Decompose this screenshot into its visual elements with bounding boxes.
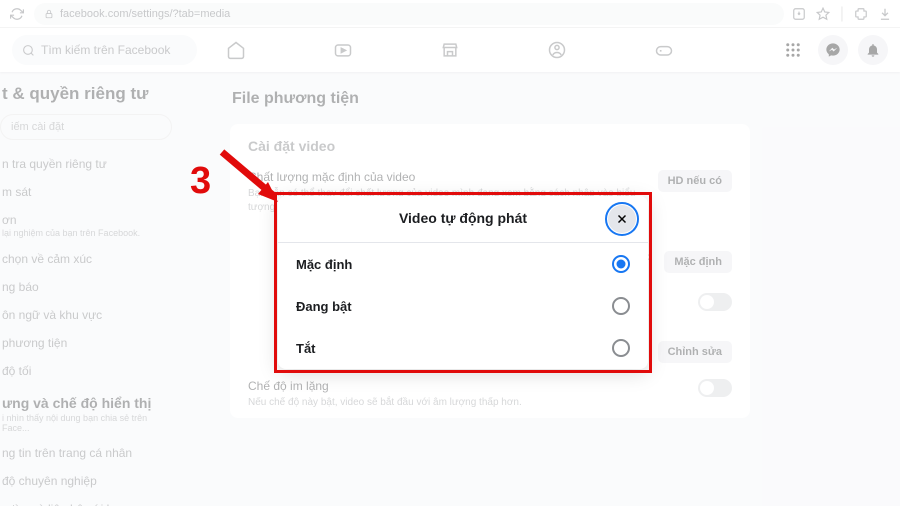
annotation-number: 3	[190, 160, 211, 203]
option-label: Mặc định	[296, 257, 352, 272]
option-label: Tắt	[296, 341, 316, 356]
close-button[interactable]	[608, 205, 636, 233]
option-label: Đang bật	[296, 299, 352, 314]
radio-option-on[interactable]: Đang bật	[278, 285, 648, 327]
radio-icon	[612, 297, 630, 315]
modal-header: Video tự động phát	[278, 196, 648, 243]
close-icon	[615, 212, 629, 226]
radio-icon	[612, 255, 630, 273]
modal-dialog: Video tự động phát Mặc định Đang bật Tắt	[278, 196, 648, 369]
radio-icon	[612, 339, 630, 357]
radio-option-default[interactable]: Mặc định	[278, 243, 648, 285]
modal-title: Video tự động phát	[399, 210, 527, 226]
annotation-arrow	[216, 146, 296, 216]
radio-option-off[interactable]: Tắt	[278, 327, 648, 369]
